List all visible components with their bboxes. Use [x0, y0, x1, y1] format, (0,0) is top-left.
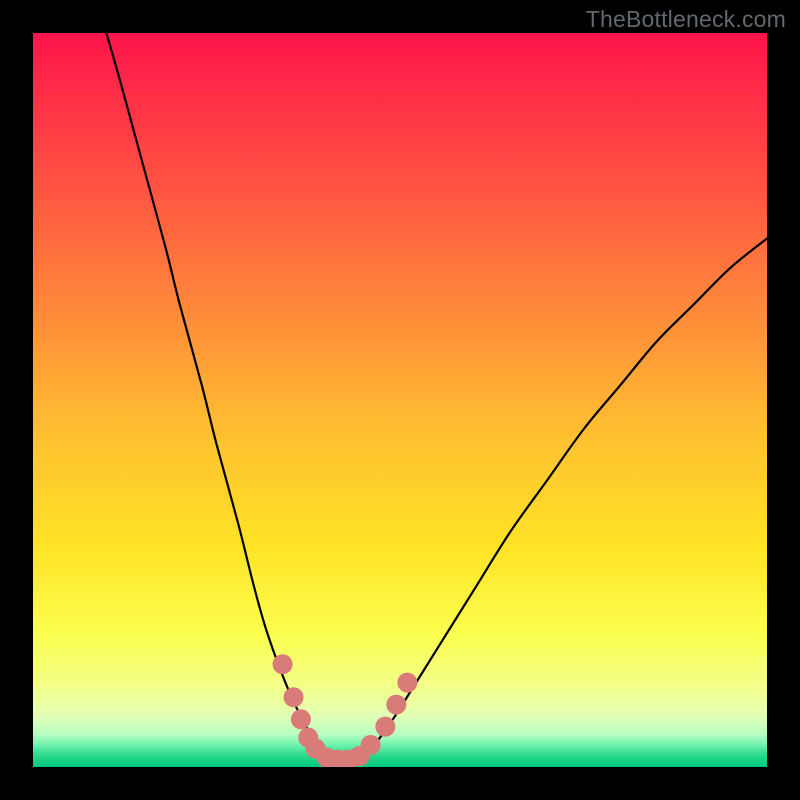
curve-marker: [284, 687, 304, 707]
curve-marker: [375, 717, 395, 737]
curve-marker: [291, 709, 311, 729]
marker-group: [273, 654, 418, 767]
curve-marker: [386, 695, 406, 715]
curve-marker: [361, 735, 381, 755]
bottleneck-curve: [106, 33, 767, 760]
curve-marker: [397, 673, 417, 693]
curve-marker: [273, 654, 293, 674]
chart-frame: TheBottleneck.com: [0, 0, 800, 800]
plot-area: [33, 33, 767, 767]
chart-svg: [33, 33, 767, 767]
watermark-text: TheBottleneck.com: [586, 6, 786, 33]
